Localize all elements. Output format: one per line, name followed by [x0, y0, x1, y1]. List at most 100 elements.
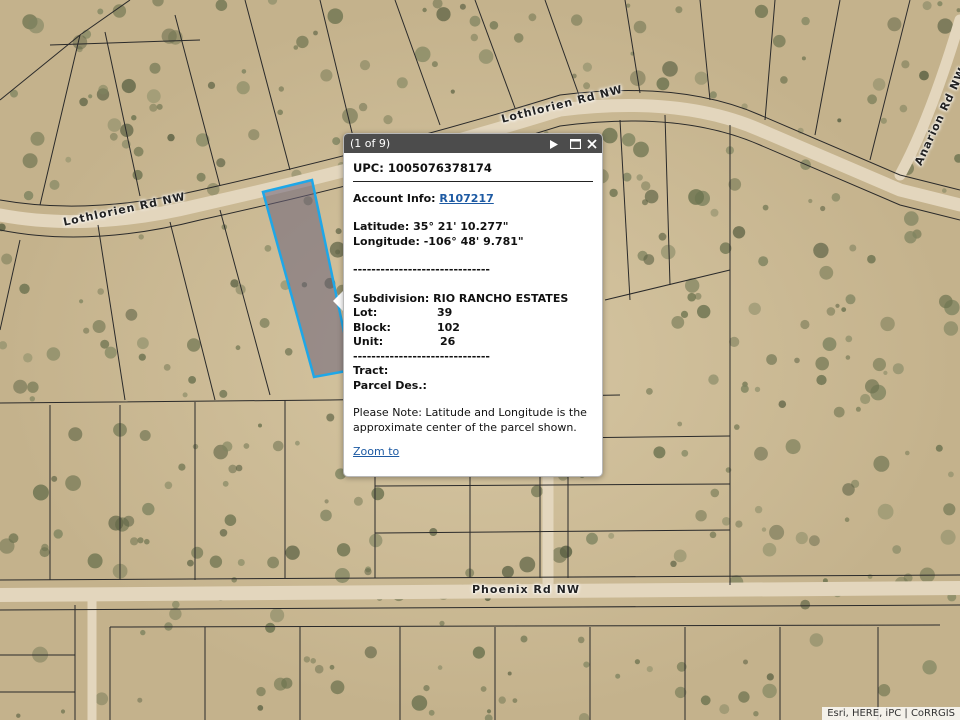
shrub: [935, 444, 943, 452]
shrub: [800, 319, 810, 330]
shrub: [695, 510, 707, 522]
shrub: [922, 1, 932, 11]
shrub: [671, 316, 685, 329]
shrub: [92, 320, 106, 333]
shrub: [167, 133, 175, 142]
shrub: [138, 353, 146, 361]
shrub: [677, 421, 683, 427]
shrub: [326, 413, 335, 422]
lot-row: Lot: 39: [353, 306, 593, 321]
shrub: [231, 577, 237, 583]
popup-counter: (1 of 9): [350, 137, 391, 150]
shrub: [880, 316, 895, 332]
shrub: [28, 17, 44, 34]
shrub: [687, 292, 696, 302]
shrub: [519, 556, 536, 573]
shrub: [65, 156, 72, 163]
shrub: [188, 376, 197, 384]
shrub: [371, 487, 385, 501]
shrub: [800, 599, 811, 610]
shrub: [722, 517, 731, 526]
shrub: [813, 242, 829, 259]
shrub: [293, 45, 299, 50]
longitude-row: Longitude: -106° 48' 9.781": [353, 235, 593, 250]
shrub: [922, 660, 937, 675]
latitude-value: 35° 21' 10.277": [413, 220, 509, 233]
shrub: [849, 244, 857, 252]
shrub: [224, 514, 237, 526]
shrub: [243, 443, 250, 449]
shrub: [609, 188, 618, 198]
zoom-to-link[interactable]: Zoom to: [353, 445, 399, 458]
shrub: [336, 543, 351, 557]
shrub: [470, 33, 478, 42]
shrub: [708, 374, 719, 385]
shrub: [766, 673, 774, 681]
popup-content: UPC: 1005076378174 Account Info: R107217…: [344, 153, 602, 458]
shrub: [207, 81, 216, 89]
shrub: [95, 692, 109, 706]
separator-dashes-1: ------------------------------: [353, 263, 490, 276]
shrub: [383, 115, 393, 125]
shrub: [19, 283, 30, 294]
upc-label: UPC:: [353, 161, 384, 175]
shrub: [735, 520, 743, 528]
shrub: [710, 208, 719, 217]
shrub: [845, 355, 851, 360]
subdivision-label: Subdivision:: [353, 291, 430, 305]
shrub: [819, 265, 834, 280]
shrub: [104, 346, 117, 359]
shrub: [222, 441, 233, 452]
shrub: [358, 102, 368, 112]
shrub: [478, 49, 494, 64]
latitude-label: Latitude:: [353, 220, 410, 233]
shrub: [754, 4, 769, 19]
shrub: [431, 61, 438, 68]
shrub: [919, 70, 929, 81]
shrub: [324, 499, 329, 504]
shrub: [49, 179, 60, 190]
shrub: [531, 485, 543, 498]
shrub: [396, 77, 408, 89]
shrub: [773, 34, 786, 48]
shrub: [877, 503, 894, 520]
parcel-info-popup: (1 of 9) UPC: 1005076378174 Account Info…: [343, 133, 603, 477]
unit-label: Unit:: [353, 335, 384, 348]
shrub: [335, 228, 342, 235]
shrub: [209, 555, 223, 568]
shrub: [53, 529, 63, 539]
account-link[interactable]: R107217: [439, 192, 493, 205]
next-icon[interactable]: [546, 134, 562, 153]
shrub: [660, 244, 676, 260]
shrub: [719, 704, 730, 715]
shrub: [844, 517, 850, 522]
shrub: [459, 3, 466, 10]
lot-value: 39: [437, 306, 453, 319]
shrub: [842, 483, 855, 496]
shrub: [646, 388, 653, 395]
shrub: [559, 545, 573, 558]
maximize-icon[interactable]: [567, 134, 583, 153]
shrub: [867, 94, 877, 105]
shrub: [758, 256, 769, 267]
shrub: [507, 671, 512, 676]
shrub: [423, 685, 430, 692]
shrub: [658, 232, 667, 241]
close-icon[interactable]: [584, 134, 600, 153]
shrub: [754, 386, 761, 393]
shrub: [439, 620, 445, 626]
shrub: [785, 439, 801, 455]
shrub: [937, 1, 943, 7]
shrub: [60, 709, 66, 714]
shrub: [353, 496, 363, 506]
shrub: [582, 62, 593, 72]
shrub: [528, 13, 537, 22]
shrub: [942, 188, 947, 193]
shrub: [146, 89, 161, 104]
account-label: Account Info:: [353, 191, 436, 205]
shrub: [904, 231, 917, 244]
shrub: [149, 62, 161, 74]
shrub: [901, 60, 910, 69]
shrub: [867, 254, 876, 264]
shrub: [815, 356, 829, 371]
